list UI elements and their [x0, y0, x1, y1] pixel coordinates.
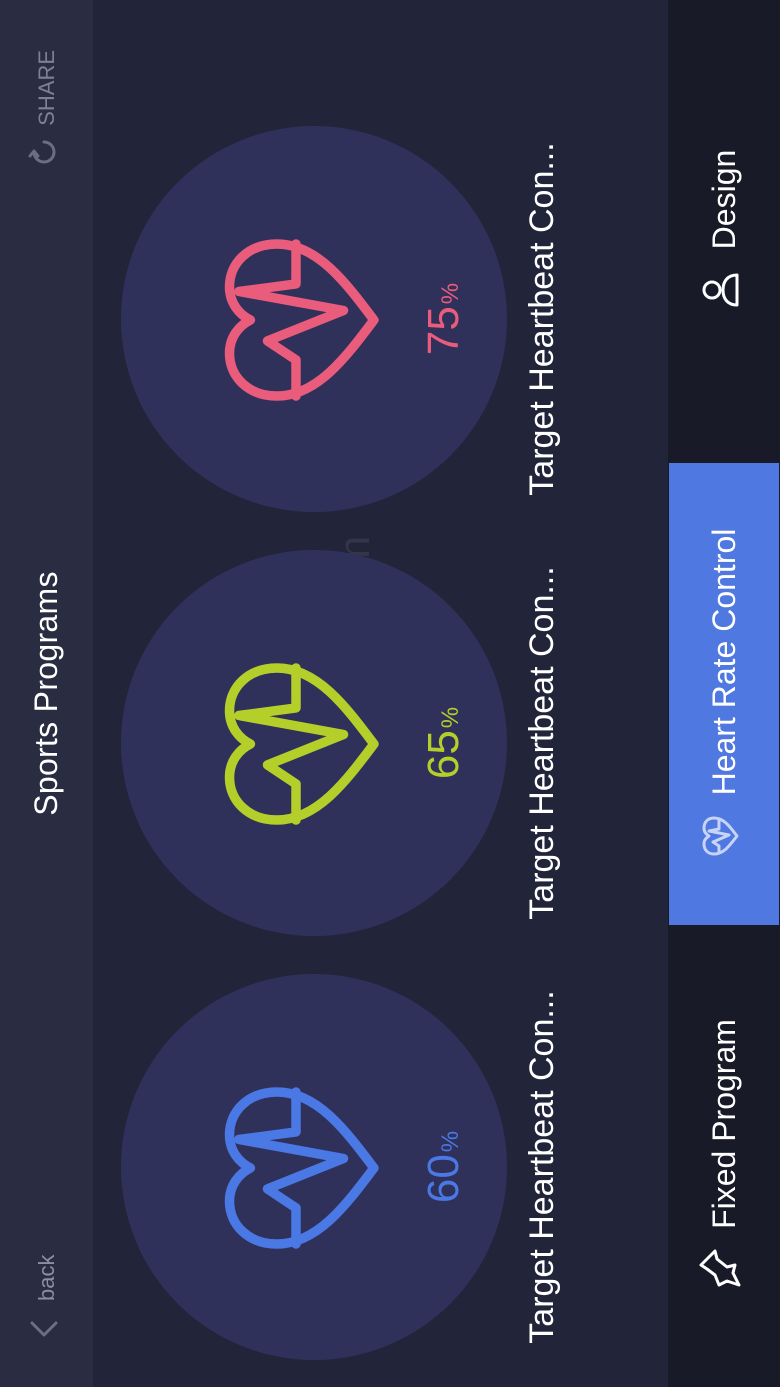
program-card-60[interactable]: 60% Target Heartbeat Con...	[93, 947, 668, 1387]
heart-pulse-icon	[224, 239, 379, 401]
percent-value: 75%	[419, 126, 479, 512]
percent-number: 75	[419, 306, 468, 356]
program-circle: 65%	[121, 550, 507, 936]
tab-label: Fixed Program	[705, 1019, 742, 1229]
percent-unit: %	[437, 706, 464, 729]
user-icon	[697, 267, 751, 313]
bottom-tab-bar: Fixed Program Heart Rate Control Design	[668, 0, 780, 1387]
heart-pulse-icon	[224, 1087, 379, 1249]
tab-design[interactable]: Design	[669, 0, 779, 463]
page-title: Sports Programs	[28, 571, 64, 816]
share-label: SHARE	[33, 50, 59, 126]
program-cards: 60% Target Heartbeat Con... 65% Target H…	[93, 0, 668, 1387]
refresh-icon	[26, 134, 68, 170]
program-label: Target Heartbeat Con...	[523, 990, 561, 1344]
tab-fixed-program[interactable]: Fixed Program	[669, 925, 779, 1387]
percent-value: 60%	[419, 974, 479, 1360]
percent-value: 65%	[419, 550, 479, 936]
program-circle: 75%	[121, 126, 507, 512]
percent-unit: %	[437, 1130, 464, 1153]
tab-label: Heart Rate Control	[705, 528, 742, 796]
percent-unit: %	[437, 282, 464, 305]
percent-number: 65	[419, 730, 468, 780]
app-screen: back Sports Programs SHARE UpdateStar.co…	[0, 0, 780, 1387]
program-card-75[interactable]: 75% Target Heartbeat Con...	[93, 99, 668, 539]
program-label: Target Heartbeat Con...	[523, 566, 561, 920]
tab-label: Design	[705, 149, 742, 250]
heart-pulse-icon	[697, 813, 751, 859]
heart-pulse-icon	[224, 663, 379, 825]
program-label: Target Heartbeat Con...	[523, 142, 561, 496]
header-bar: back Sports Programs SHARE	[0, 0, 93, 1387]
share-button[interactable]: SHARE	[0, 50, 93, 170]
tab-heart-rate-control[interactable]: Heart Rate Control	[669, 463, 779, 925]
percent-number: 60	[419, 1154, 468, 1204]
pin-icon	[697, 1247, 751, 1293]
program-card-65[interactable]: 65% Target Heartbeat Con...	[93, 523, 668, 963]
program-circle: 60%	[121, 974, 507, 1360]
